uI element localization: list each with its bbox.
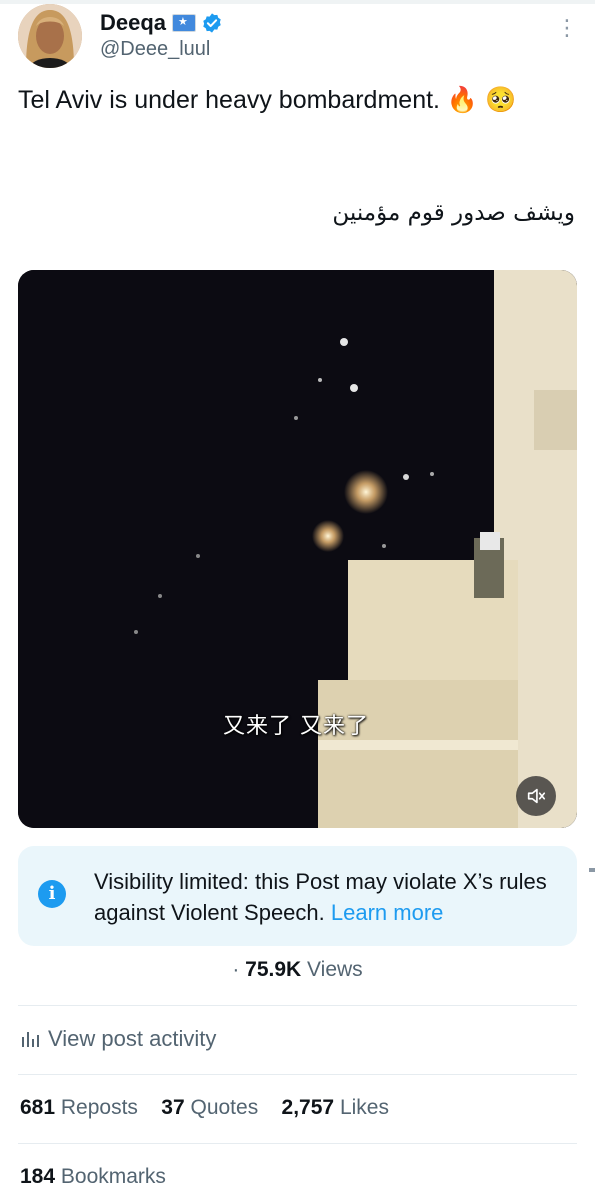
top-divider — [0, 0, 595, 4]
bookmarks-stat[interactable]: 184 Bookmarks — [20, 1165, 166, 1189]
info-icon: i — [38, 880, 66, 908]
avatar[interactable] — [18, 4, 82, 68]
likes-count: 2,757 — [281, 1096, 335, 1119]
quotes-stat[interactable]: 37 Quotes — [161, 1096, 258, 1119]
likes-label: Likes — [339, 1096, 389, 1119]
author-name-row: Deeqa — [100, 8, 223, 38]
reposts-count: 681 — [20, 1096, 56, 1119]
engagement-stats: 681 Reposts 37 Quotes 2,757 Likes — [20, 1096, 389, 1120]
likes-stat[interactable]: 2,757 Likes — [282, 1096, 389, 1119]
scrollbar-indicator — [589, 868, 595, 872]
reposts-stat[interactable]: 681 Reposts — [20, 1096, 138, 1119]
more-options-icon[interactable]: ⋮ — [556, 16, 578, 40]
divider — [18, 1074, 577, 1075]
somalia-flag-icon — [172, 14, 197, 32]
post-text: Tel Aviv is under heavy bombardment. 🔥 🥺 — [18, 86, 517, 114]
visibility-notice: i Visibility limited: this Post may viol… — [18, 846, 577, 946]
analytics-icon — [22, 1032, 39, 1047]
author-name[interactable]: Deeqa — [100, 10, 166, 36]
views-number: 75.9K — [245, 958, 302, 981]
divider — [18, 1143, 577, 1144]
divider — [18, 1005, 577, 1006]
video-frame — [18, 270, 577, 828]
quotes-count: 37 — [161, 1096, 185, 1119]
learn-more-link[interactable]: Learn more — [331, 900, 444, 925]
quotes-label: Quotes — [190, 1096, 259, 1119]
notice-text-block: Visibility limited: this Post may violat… — [94, 866, 559, 928]
notice-message: Visibility limited: this Post may violat… — [94, 869, 547, 925]
bookmarks-label: Bookmarks — [60, 1165, 166, 1188]
bookmarks-count: 184 — [20, 1165, 56, 1188]
post-arabic-text: ويشف صدور قوم مؤمنين — [332, 200, 575, 226]
view-post-activity-button[interactable]: View post activity — [20, 1026, 216, 1052]
video-player[interactable]: 又来了 又来了 — [18, 270, 577, 828]
views-label: Views — [307, 958, 363, 981]
avatar-image — [18, 4, 82, 68]
views-count: · 75.9K Views — [232, 958, 363, 981]
reposts-label: Reposts — [60, 1096, 138, 1119]
view-post-activity-label: View post activity — [48, 1026, 217, 1051]
verified-badge-icon[interactable] — [201, 12, 223, 34]
author-handle[interactable]: @Deee_luul — [100, 38, 210, 61]
video-subtitle: 又来了 又来了 — [223, 714, 369, 739]
volume-muted-icon[interactable] — [516, 776, 556, 816]
